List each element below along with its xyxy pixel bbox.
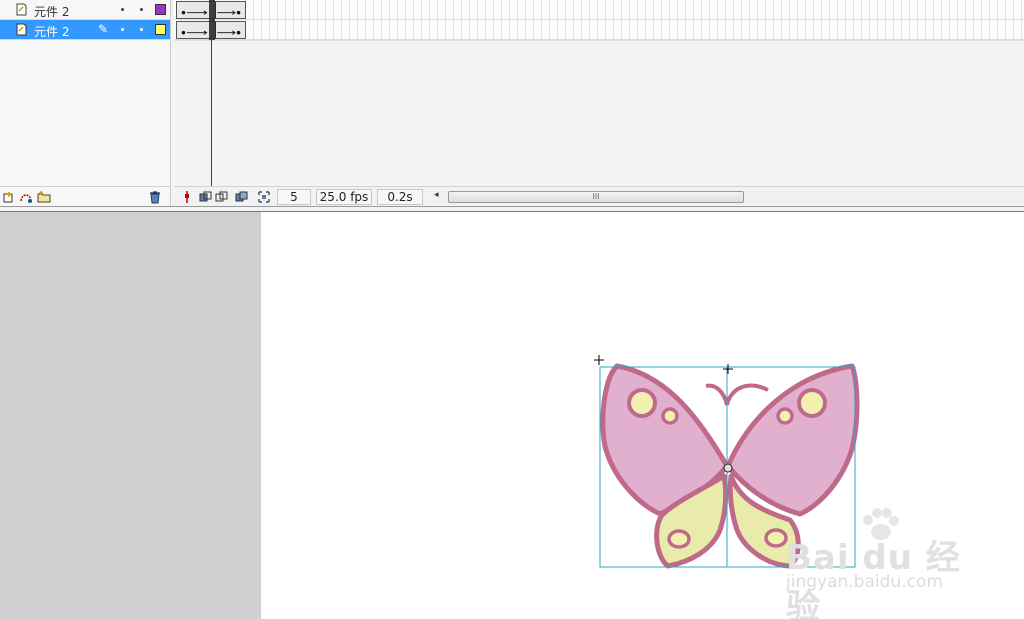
pasteboard (0, 212, 261, 619)
layer-row-2[interactable]: 元件 2 ✎ (0, 20, 170, 40)
symbol-registration-icon (723, 364, 733, 374)
playhead-line (211, 0, 212, 186)
playhead[interactable] (209, 0, 215, 186)
outline-color-box[interactable] (155, 4, 166, 15)
timeline-panel: 元件 2 元件 2 ✎ 5 25.0 fps 0.2s ◂ III (0, 0, 1024, 207)
insert-folder-icon[interactable] (37, 190, 51, 204)
center-frame-icon[interactable] (180, 190, 194, 204)
playhead-handle[interactable] (209, 0, 215, 40)
timeline-horizontal-scrollbar[interactable]: ◂ III (432, 190, 1024, 204)
visibility-dot[interactable] (121, 8, 124, 11)
onion-skin-outlines-icon[interactable] (215, 190, 229, 204)
frame-rate-field[interactable]: 25.0 fps (316, 189, 372, 205)
upper-right-wing (725, 363, 860, 517)
layer-toolbar (0, 186, 170, 207)
elapsed-time-field: 0.2s (377, 189, 423, 205)
transform-center-point (723, 463, 733, 473)
lock-dot[interactable] (140, 8, 143, 11)
scroll-left-arrow-icon[interactable]: ◂ (434, 190, 439, 200)
modify-onion-markers-icon[interactable] (257, 190, 271, 204)
visibility-dot[interactable] (121, 28, 124, 31)
onion-skin-icon[interactable] (199, 190, 213, 204)
layer-name: 元件 2 (34, 5, 70, 19)
frame-row-1[interactable] (174, 0, 1024, 20)
watermark-url: jingyan.baidu.com (786, 572, 943, 592)
outline-color-box[interactable] (155, 24, 166, 35)
current-frame-field[interactable]: 5 (277, 189, 311, 205)
layer-row-1[interactable]: 元件 2 (0, 0, 170, 20)
delete-layer-icon[interactable] (148, 190, 162, 204)
timeline-status-bar: 5 25.0 fps 0.2s ◂ III (174, 186, 1024, 207)
baidu-watermark: Bai du 经验 jingyan.baidu.com (786, 508, 986, 619)
frame-row-2[interactable] (174, 20, 1024, 40)
lock-dot[interactable] (140, 28, 143, 31)
frames-area[interactable] (174, 0, 1024, 186)
edit-multiple-frames-icon[interactable] (235, 190, 249, 204)
layer-page-icon (16, 3, 27, 16)
pencil-icon: ✎ (98, 22, 109, 36)
flash-editor-window: 元件 2 元件 2 ✎ 5 25.0 fps 0.2s ◂ III Bai du… (0, 0, 1024, 619)
layer-name: 元件 2 (34, 25, 70, 39)
insert-layer-icon[interactable] (2, 190, 16, 204)
scroll-thumb[interactable]: III (448, 191, 744, 203)
layer-page-icon (16, 23, 27, 36)
layer-list: 元件 2 元件 2 ✎ (0, 0, 171, 206)
add-motion-guide-icon[interactable] (19, 190, 33, 204)
registration-point-icon (594, 355, 604, 365)
